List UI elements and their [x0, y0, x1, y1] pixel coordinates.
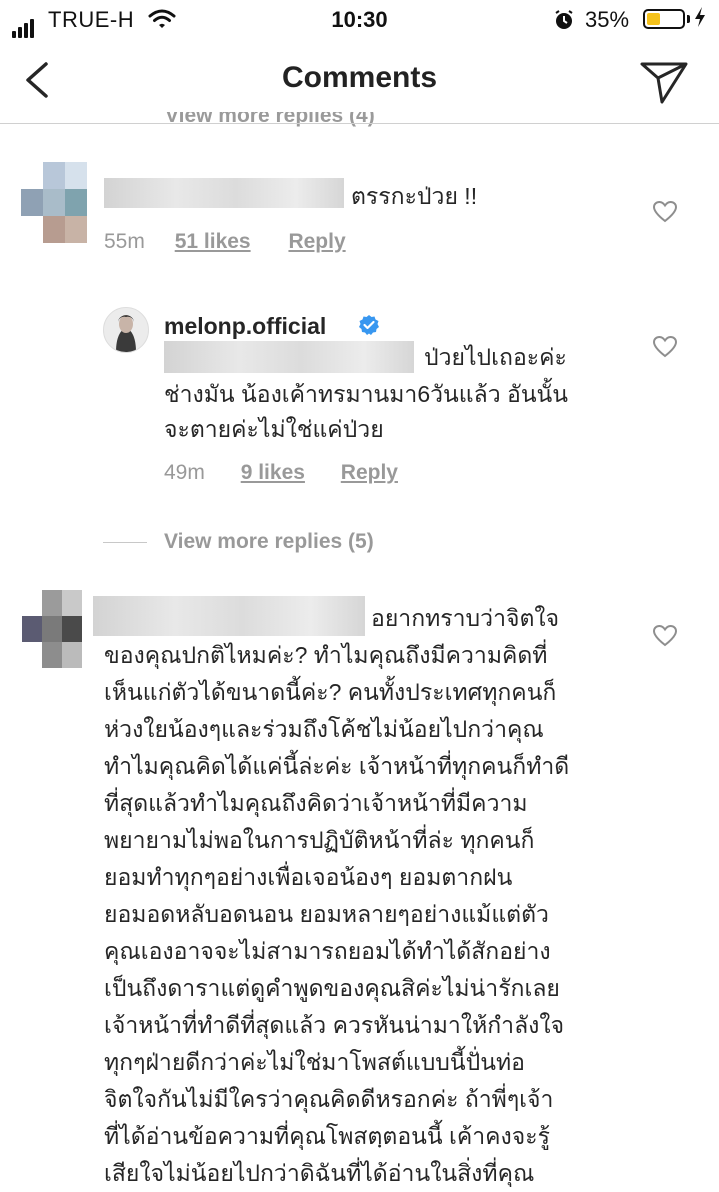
- like-button[interactable]: [652, 624, 678, 653]
- comment-text-line-2: ช่างมัน น้องเค้าทรมานมา6วันแล้ว อันนั้น: [164, 381, 568, 407]
- comment-text-line: ทำไมคุณคิดได้แค่นี้ล่ะค่ะ เจ้าหน้าที่ทุก…: [104, 753, 570, 779]
- avatar[interactable]: [103, 307, 149, 353]
- comment-time: 49m: [164, 461, 205, 484]
- comment-text-line: ของคุณปกติไหมค่ะ? ทำไมคุณถึงมีความคิดที่: [104, 642, 548, 668]
- page-title: Comments: [281, 61, 438, 94]
- view-more-replies-link-cut[interactable]: View more replies (4): [165, 112, 375, 132]
- heart-outline-icon: [652, 624, 678, 647]
- comment-text-line: คุณเองอาจจะไม่สามารถยอมได้ทำได้สักอย่าง: [104, 938, 551, 964]
- comment-text-line: เห็นแก่ตัวได้ขนาดนี้ค่ะ? คนทั้งประเทศทุก…: [104, 679, 557, 705]
- comment-text-line: อยากทราบว่าจิตใจ: [371, 605, 560, 631]
- view-more-replies-link[interactable]: View more replies (5): [164, 530, 374, 554]
- comment-text-line: เป็นถึงดาราแต่ดูคำพูดของคุณสิค่ะไม่น่ารั…: [104, 975, 560, 1001]
- username-redacted[interactable]: [104, 178, 344, 208]
- username[interactable]: melonp.official: [164, 313, 326, 340]
- charging-bolt-icon: [694, 6, 706, 34]
- likes-link[interactable]: 9 likes: [241, 461, 305, 484]
- reply-comment: melonp.official ป่วยไปเถอะค่ะ ช่างมัน น้…: [0, 305, 719, 495]
- comment-text-line: ยอมทำทุกๆอย่างเพื่อเจอน้องๆ ยอมตากฝน: [104, 864, 513, 890]
- battery-icon: [643, 9, 685, 29]
- verified-badge-icon: [358, 314, 380, 341]
- paper-plane-icon: [640, 62, 688, 104]
- nav-divider: [0, 123, 719, 124]
- comment-text-line: ห่วงใยน้องๆและร่วมถึงโค้ชไม่น้อยไปกว่าคุ…: [104, 716, 544, 742]
- comment-text: ตรรกะป่วย !!: [351, 183, 478, 209]
- status-bar: TRUE-H 10:30 35%: [0, 0, 719, 42]
- alarm-icon: [553, 9, 575, 37]
- like-button[interactable]: [652, 200, 678, 229]
- reply-link[interactable]: Reply: [288, 230, 345, 253]
- comment-text: อยากทราบว่าจิตใจของคุณปกติไหมค่ะ? ทำไมคุ…: [104, 600, 624, 1192]
- comment-time: 55m: [104, 230, 145, 253]
- battery-percent: 35%: [585, 7, 630, 32]
- avatar[interactable]: [21, 162, 87, 243]
- battery-tip: [687, 15, 690, 23]
- comment-text-line: พยายามไม่พอในการปฏิบัติหน้าที่ล่ะ ทุกคนก…: [104, 827, 535, 853]
- comment-text-line: เสียใจไม่น้อยไปกว่าดิฉันที่ได้อ่านในสิ่ง…: [104, 1160, 535, 1186]
- replies-divider-line: [103, 542, 147, 543]
- comment-text-line: ยอมอดหลับอดนอน ยอมหลายๆอย่างแม้แต่ตัว: [104, 901, 549, 927]
- comment-text-line: ที่ได้อ่านข้อความที่คุณโพสตฺตอนนี้ เค้าค…: [104, 1123, 550, 1149]
- comment-text-line: จิตใจกันไม่มีใครว่าคุณคิดดีหรอกค่ะ ถ้าพี…: [104, 1086, 554, 1112]
- send-button[interactable]: [638, 58, 690, 111]
- reply-link[interactable]: Reply: [341, 461, 398, 484]
- comment-meta: 49m 9 likes Reply: [164, 461, 398, 485]
- comment-text-line: ที่สุดแล้วทำไมคุณถึงคิดว่าเจ้าหน้าที่มีค…: [104, 790, 528, 816]
- comment-text-line: เจ้าหน้าที่ทำดีที่สุดแล้ว ควรหันน่ามาให้…: [104, 1012, 565, 1038]
- like-button[interactable]: [652, 335, 678, 364]
- comment-text-line: ทุกๆฝ่ายดีกว่าค่ะไม่ใช่มาโพสต์แบบนี้ปั่น…: [104, 1049, 525, 1075]
- heart-outline-icon: [652, 200, 678, 223]
- avatar[interactable]: [22, 590, 84, 668]
- heart-outline-icon: [652, 335, 678, 358]
- mention-redacted[interactable]: [164, 341, 414, 373]
- comment-text-line-1: ป่วยไปเถอะค่ะ: [424, 344, 567, 370]
- comment: ตรรกะป่วย !! 55m 51 likes Reply: [0, 160, 719, 270]
- likes-link[interactable]: 51 likes: [175, 230, 251, 253]
- comment-meta: 55m 51 likes Reply: [104, 230, 346, 254]
- comment-text-line-3: จะตายค่ะไม่ใช่แค่ป่วย: [164, 416, 384, 442]
